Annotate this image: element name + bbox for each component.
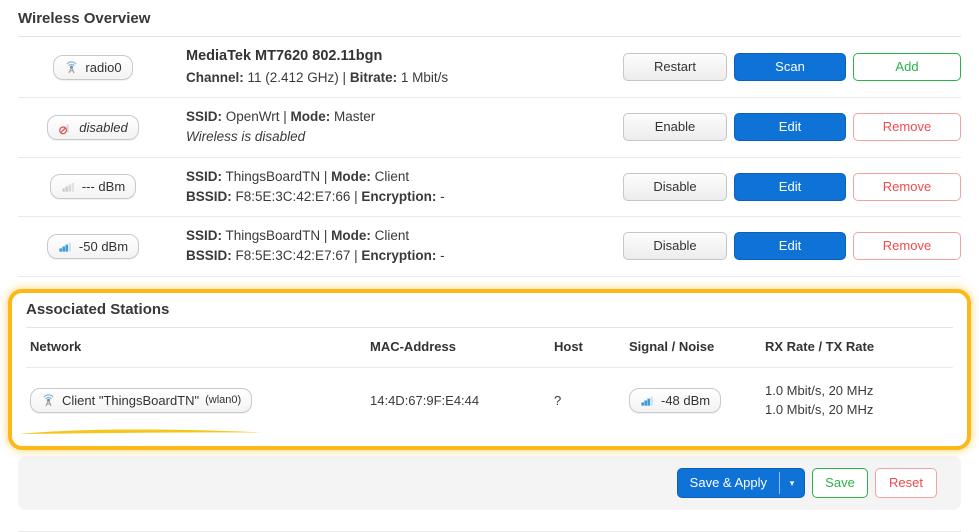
signal-badge: -50 dBm (47, 234, 139, 259)
no-signal-badge: --- dBm (50, 174, 136, 199)
station-tx-rate: 1.0 Mbit/s, 20 MHz (765, 400, 953, 420)
reset-button[interactable]: Reset (875, 468, 937, 498)
station-network-badge: Client "ThingsBoardTN" (wlan0) (30, 388, 252, 413)
col-rx-tx-rate: RX Rate / TX Rate (765, 339, 953, 354)
disabled-badge: disabled (47, 115, 138, 140)
station-row: Client "ThingsBoardTN" (wlan0) 14:4D:67:… (26, 368, 953, 436)
wireless-row-openwrt: disabled SSID: OpenWrt | Mode: Master Wi… (18, 98, 961, 158)
remove-button[interactable]: Remove (853, 113, 961, 141)
station-mac: 14:4D:67:9F:E4:44 (370, 393, 554, 408)
edit-button[interactable]: Edit (734, 113, 846, 141)
remove-button[interactable]: Remove (853, 232, 961, 260)
save-apply-button[interactable]: Save & Apply (678, 469, 779, 497)
disable-button[interactable]: Disable (623, 173, 727, 201)
no-signal-badge-label: --- dBm (82, 179, 125, 194)
page-actions-bar: Save & Apply ▾ Save Reset (18, 456, 961, 510)
restart-button[interactable]: Restart (623, 53, 727, 81)
station-rx-rate: 1.0 Mbit/s, 20 MHz (765, 381, 953, 401)
station-host: ? (554, 393, 629, 408)
signal-strength-icon (58, 239, 73, 254)
scan-button[interactable]: Scan (734, 53, 846, 81)
wifi-tower-icon (41, 393, 56, 408)
associated-stations-highlight-box: Associated Stations Network MAC-Address … (8, 289, 971, 450)
device-title: MediaTek MT7620 802.11bgn (186, 46, 621, 68)
enable-button[interactable]: Enable (623, 113, 727, 141)
station-network-interface: (wlan0) (205, 394, 241, 406)
radio0-badge: radio0 (53, 55, 132, 80)
wireless-row-client-67: -50 dBm SSID: ThingsBoardTN | Mode: Clie… (18, 217, 961, 277)
ssid-line: SSID: ThingsBoardTN | Mode: Client (186, 167, 621, 187)
edit-button[interactable]: Edit (734, 232, 846, 260)
wireless-disabled-note: Wireless is disabled (186, 127, 621, 147)
signal-none-icon (61, 179, 76, 194)
wireless-row-client-66: --- dBm SSID: ThingsBoardTN | Mode: Clie… (18, 158, 961, 218)
bssid-line: BSSID: F8:5E:3C:42:E7:67 | Encryption: - (186, 246, 621, 266)
radio0-badge-label: radio0 (85, 60, 121, 75)
ssid-line: SSID: ThingsBoardTN | Mode: Client (186, 226, 621, 246)
col-signal-noise: Signal / Noise (629, 339, 765, 354)
ssid-line: SSID: OpenWrt | Mode: Master (186, 107, 621, 127)
stations-table-header: Network MAC-Address Host Signal / Noise … (26, 328, 953, 368)
edit-button[interactable]: Edit (734, 173, 846, 201)
wifi-tower-icon (64, 60, 79, 75)
wireless-overview-page: Wireless Overview radio0 MediaTek MT7620… (0, 0, 979, 532)
device-info-line: Channel: 11 (2.412 GHz) | Bitrate: 1 Mbi… (186, 68, 621, 88)
disable-button[interactable]: Disable (623, 232, 727, 260)
page-title: Wireless Overview (18, 10, 961, 37)
wifi-disabled-icon (58, 120, 73, 135)
yellow-marker-underline (18, 426, 268, 438)
station-network-label: Client "ThingsBoardTN" (62, 393, 199, 408)
save-apply-split-button[interactable]: Save & Apply ▾ (677, 468, 805, 498)
remove-button[interactable]: Remove (853, 173, 961, 201)
wireless-row-radio0: radio0 MediaTek MT7620 802.11bgn Channel… (18, 37, 961, 98)
chevron-down-icon[interactable]: ▾ (780, 469, 804, 497)
disabled-badge-label: disabled (79, 120, 127, 135)
station-signal-label: -48 dBm (661, 393, 710, 408)
bssid-line: BSSID: F8:5E:3C:42:E7:66 | Encryption: - (186, 187, 621, 207)
col-network: Network (30, 339, 370, 354)
save-button[interactable]: Save (812, 468, 868, 498)
footer-divider (18, 531, 961, 532)
associated-stations-title: Associated Stations (26, 301, 953, 328)
signal-badge-label: -50 dBm (79, 239, 128, 254)
station-signal-badge: -48 dBm (629, 388, 721, 413)
col-mac-address: MAC-Address (370, 339, 554, 354)
col-host: Host (554, 339, 629, 354)
add-button[interactable]: Add (853, 53, 961, 81)
signal-strength-icon (640, 393, 655, 408)
